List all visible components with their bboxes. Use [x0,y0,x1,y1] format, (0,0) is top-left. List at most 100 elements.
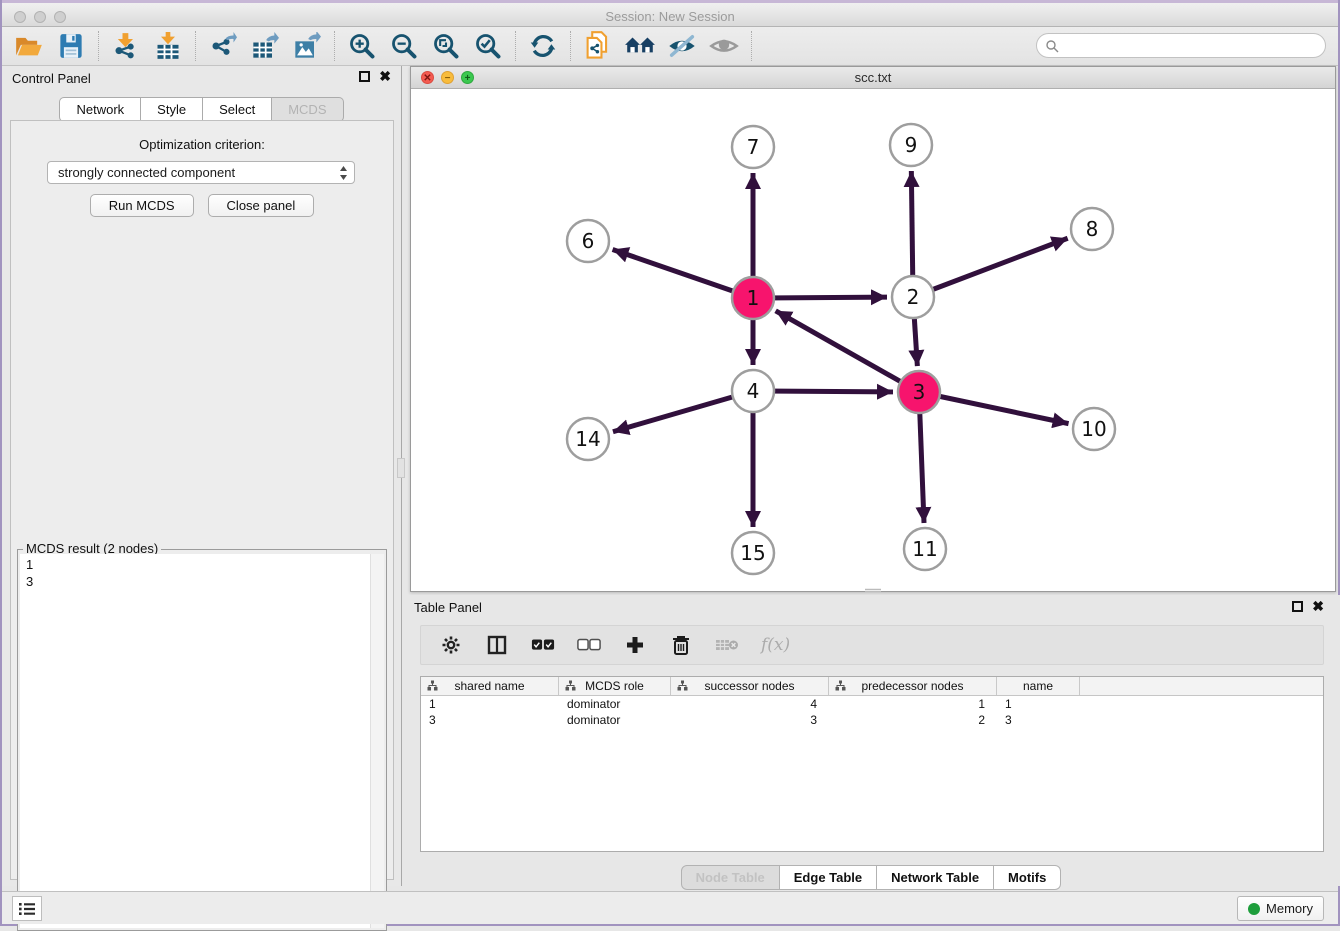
export-network-button[interactable] [207,31,239,61]
table-cell[interactable]: dominator [559,696,671,712]
table-row[interactable]: 3dominator323 [421,712,1323,728]
tab-network[interactable]: Network [59,97,141,122]
home-views-button[interactable] [624,31,656,61]
graph-node-11[interactable]: 11 [904,528,946,570]
tab-network-table[interactable]: Network Table [877,865,994,890]
panel-splitter-handle[interactable] [397,458,405,478]
table-float-panel-icon[interactable] [1292,601,1303,612]
tab-node-table[interactable]: Node Table [681,865,780,890]
memory-button[interactable]: Memory [1237,896,1324,921]
float-panel-icon[interactable] [359,71,370,82]
open-session-button[interactable] [13,31,45,61]
column-header-MCDS-role[interactable]: MCDS role [559,677,671,695]
zoom-out-button[interactable] [388,31,420,61]
task-history-button[interactable] [12,896,42,921]
column-type-icon [677,680,688,691]
table-cell[interactable]: 2 [829,712,997,728]
export-image-button[interactable] [291,31,323,61]
import-network-icon [112,32,140,60]
graph-node-10[interactable]: 10 [1073,408,1115,450]
graph-node-14[interactable]: 14 [567,418,609,460]
graph-node-15[interactable]: 15 [732,532,774,574]
result-line: 3 [26,573,33,590]
search-input[interactable] [1036,33,1326,58]
search-icon [1045,39,1059,53]
column-header-name[interactable]: name [997,677,1080,695]
edge-1-6[interactable] [613,249,753,298]
table-cell[interactable]: 4 [671,696,829,712]
add-column-button[interactable] [623,633,647,657]
zoom-in-button[interactable] [346,31,378,61]
import-network-button[interactable] [110,31,142,61]
close-panel-button[interactable]: Close panel [208,194,315,217]
table-tabs: Node TableEdge TableNetwork TableMotifs [402,865,1340,890]
table-cell[interactable]: 1 [997,696,1080,712]
tab-style[interactable]: Style [141,97,203,122]
select-all-button[interactable] [531,633,555,657]
svg-text:4: 4 [747,379,760,403]
column-header-filler [1080,677,1323,695]
column-header-predecessor-nodes[interactable]: predecessor nodes [829,677,997,695]
tab-edge-table[interactable]: Edge Table [780,865,877,890]
deselect-all-button[interactable] [577,633,601,657]
tab-mcds[interactable]: MCDS [272,97,343,122]
import-table-button[interactable] [152,31,184,61]
table-cell[interactable]: 1 [829,696,997,712]
zoom-fit-button[interactable] [430,31,462,61]
delete-table-button[interactable] [715,633,739,657]
edge-2-8[interactable] [913,238,1068,297]
control-panel-title: Control Panel [12,71,91,86]
table-settings-button[interactable] [439,633,463,657]
edge-3-1[interactable] [776,311,919,392]
graph-node-2[interactable]: 2 [892,276,934,318]
node-table-header: shared name MCDS role successor nodes prede… [421,677,1323,696]
table-cell[interactable]: 3 [997,712,1080,728]
network-resize-grip[interactable] [865,588,881,592]
table-cell[interactable]: dominator [559,712,671,728]
graph-node-4[interactable]: 4 [732,370,774,412]
node-table[interactable]: shared name MCDS role successor nodes prede… [420,676,1324,852]
graph-node-3[interactable]: 3 [898,371,940,413]
network-graph-canvas[interactable]: 7 9 6 8 1 2 4 3 14 10 15 11 [411,89,1335,591]
table-cell[interactable]: 1 [421,696,559,712]
criterion-select[interactable]: strongly connected component [47,161,355,184]
open-folder-icon [15,33,43,59]
column-header-label: successor nodes [704,679,794,693]
result-scrollbar[interactable] [370,554,384,928]
column-header-successor-nodes[interactable]: successor nodes [671,677,829,695]
show-graphics-details-button[interactable] [708,31,740,61]
column-header-shared-name[interactable]: shared name [421,677,559,695]
zoom-selected-button[interactable] [472,31,504,61]
copy-network-view-button[interactable] [582,31,614,61]
graph-node-6[interactable]: 6 [567,220,609,262]
zoom-in-icon [348,32,376,60]
export-table-icon [251,32,279,60]
refresh-button[interactable] [527,31,559,61]
tab-select[interactable]: Select [203,97,272,122]
table-close-panel-icon[interactable]: ✖ [1312,601,1324,612]
hide-details-eye-icon [667,33,697,59]
close-panel-icon[interactable]: ✖ [379,71,391,82]
table-cell[interactable]: 3 [421,712,559,728]
delete-column-button[interactable] [669,633,693,657]
edge-3-10[interactable] [919,392,1069,424]
table-row[interactable]: 1dominator411 [421,696,1323,712]
graph-node-9[interactable]: 9 [890,124,932,166]
status-bar: Memory [2,891,1338,924]
column-layout-button[interactable] [485,633,509,657]
network-window-titlebar[interactable]: ✕ − + scc.txt [411,67,1335,89]
svg-text:8: 8 [1086,217,1099,241]
table-cell[interactable]: 3 [671,712,829,728]
optimization-criterion-label: Optimization criterion: [11,137,393,152]
hide-graphics-details-button[interactable] [666,31,698,61]
tab-motifs[interactable]: Motifs [994,865,1061,890]
export-table-button[interactable] [249,31,281,61]
run-mcds-button[interactable]: Run MCDS [90,194,194,217]
graph-node-8[interactable]: 8 [1071,208,1113,250]
function-builder-button[interactable]: f(x) [761,633,790,657]
graph-node-7[interactable]: 7 [732,126,774,168]
control-panel-header: Control Panel ✖ [2,66,401,92]
column-header-label: shared name [454,679,524,693]
graph-node-1[interactable]: 1 [732,277,774,319]
save-session-button[interactable] [55,31,87,61]
